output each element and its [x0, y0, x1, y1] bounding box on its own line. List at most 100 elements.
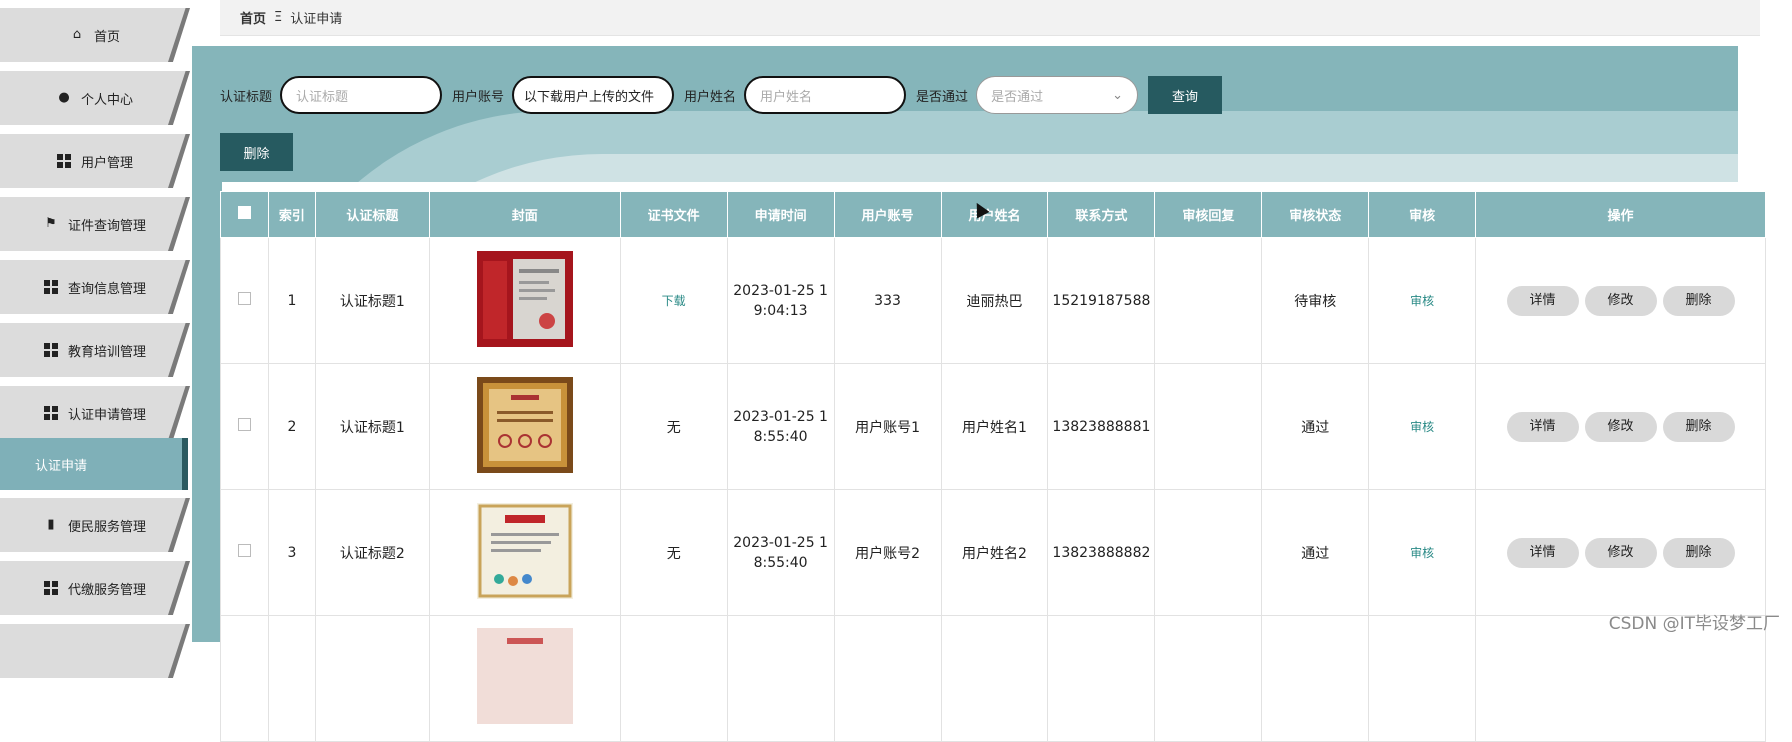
pass-label: 是否通过	[916, 86, 968, 105]
sidebar-subitem-certification-apply[interactable]: 认证申请	[0, 438, 188, 490]
pass-select-value: 是否通过	[991, 86, 1043, 105]
cell-audit: 审核	[1369, 238, 1476, 364]
time-line: 2023-01-25 1	[728, 535, 834, 551]
home-icon: ⌂	[70, 28, 84, 42]
account-label: 用户账号	[452, 86, 504, 105]
sidebar-item-query-info[interactable]: 查询信息管理	[0, 260, 190, 314]
title-label: 认证标题	[220, 86, 272, 105]
row-checkbox[interactable]	[238, 418, 251, 431]
cell-file	[620, 616, 727, 742]
title-input[interactable]: 认证标题	[280, 76, 442, 114]
cell-phone: 15219187588	[1048, 238, 1155, 364]
account-input[interactable]: 以下载用户上传的文件	[512, 76, 674, 114]
sidebar-item-certificate-query[interactable]: ⚑ 证件查询管理	[0, 197, 190, 251]
edit-button[interactable]: 修改	[1585, 286, 1657, 316]
cover-image[interactable]	[477, 628, 573, 724]
sidebar-item-convenience-service[interactable]: ▮ 便民服务管理	[0, 498, 190, 552]
cell-index: 3	[268, 490, 315, 616]
sidebar-item-label: 首页	[94, 26, 120, 45]
search-panel-background	[192, 46, 1738, 182]
cell-audit: 审核	[1369, 364, 1476, 490]
header-phone: 联系方式	[1048, 192, 1155, 238]
audit-link[interactable]: 审核	[1410, 546, 1434, 560]
cover-image[interactable]	[477, 503, 573, 599]
header-file: 证书文件	[620, 192, 727, 238]
cell-index: 2	[268, 364, 315, 490]
header-cover: 封面	[429, 192, 620, 238]
pass-select[interactable]: 是否通过⌄	[976, 76, 1138, 114]
cell-cover	[429, 616, 620, 742]
menu-edge	[168, 624, 190, 678]
detail-button[interactable]: 详情	[1507, 412, 1579, 442]
download-link[interactable]: 下载	[662, 294, 686, 308]
audit-link[interactable]: 审核	[1410, 294, 1434, 308]
menu-edge	[168, 498, 190, 552]
grid-icon	[44, 280, 58, 294]
cover-image[interactable]	[477, 377, 573, 473]
sidebar-item-education-training[interactable]: 教育培训管理	[0, 323, 190, 377]
sidebar-item-label: 证件查询管理	[68, 215, 146, 234]
cell-status: 通过	[1262, 364, 1369, 490]
delete-selected-button[interactable]: 删除	[220, 133, 293, 171]
menu-edge	[168, 197, 190, 251]
sidebar-item-more[interactable]	[0, 624, 190, 678]
sidebar-item-certification-apply[interactable]: 认证申请管理	[0, 386, 190, 440]
cell-status	[1262, 616, 1369, 742]
header-account: 用户账号	[834, 192, 941, 238]
name-label: 用户姓名	[684, 86, 736, 105]
flag-icon: ⚑	[44, 217, 58, 231]
cover-image[interactable]	[477, 251, 573, 347]
sidebar-item-payment-service[interactable]: 代缴服务管理	[0, 561, 190, 615]
row-select-cell	[221, 238, 269, 364]
cell-file: 下载	[620, 238, 727, 364]
row-checkbox[interactable]	[238, 292, 251, 305]
audit-link[interactable]: 审核	[1410, 420, 1434, 434]
sidebar-item-personal-center[interactable]: ●个人中心	[0, 71, 190, 125]
edit-button[interactable]: 修改	[1585, 538, 1657, 568]
cell-cover	[429, 490, 620, 616]
detail-button[interactable]: 详情	[1507, 538, 1579, 568]
cell-name: 用户姓名2	[941, 490, 1048, 616]
cell-actions: 详情修改删除	[1476, 238, 1766, 364]
detail-button[interactable]: 详情	[1507, 286, 1579, 316]
cell-phone: 13823888881	[1048, 364, 1155, 490]
select-all-checkbox[interactable]	[238, 206, 251, 219]
menu-edge	[168, 323, 190, 377]
time-line: 2023-01-25 1	[728, 283, 834, 299]
delete-button[interactable]: 删除	[1663, 538, 1735, 568]
sidebar-item-user-management[interactable]: 用户管理	[0, 134, 190, 188]
header-title: 认证标题	[315, 192, 429, 238]
cell-time: 2023-01-25 19:04:13	[727, 238, 834, 364]
edit-button[interactable]: 修改	[1585, 412, 1657, 442]
time-line: 8:55:40	[728, 429, 834, 445]
delete-button[interactable]: 删除	[1663, 412, 1735, 442]
menu-edge	[168, 561, 190, 615]
name-input[interactable]: 用户姓名	[744, 76, 906, 114]
cell-account: 用户账号1	[834, 364, 941, 490]
sidebar-item-home[interactable]: ⌂ 首页	[0, 8, 190, 62]
cell-title: 认证标题1	[315, 238, 429, 364]
watermark: CSDN @IT毕设梦工厂	[1609, 609, 1780, 634]
delete-button[interactable]: 删除	[1663, 286, 1735, 316]
row-select-cell	[221, 490, 269, 616]
cell-account	[834, 616, 941, 742]
header-audit: 审核	[1369, 192, 1476, 238]
sidebar-item-label: 便民服务管理	[68, 516, 146, 535]
menu-edge	[168, 71, 190, 125]
bar-chart-icon: ▮	[44, 518, 58, 532]
cell-actions	[1476, 616, 1766, 742]
query-button[interactable]: 查询	[1148, 76, 1222, 114]
cell-phone	[1048, 616, 1155, 742]
cell-index	[268, 616, 315, 742]
row-checkbox[interactable]	[238, 544, 251, 557]
sidebar-item-label: 用户管理	[81, 152, 133, 171]
grid-icon	[44, 581, 58, 595]
breadcrumb-home[interactable]: 首页	[240, 8, 266, 27]
cell-time	[727, 616, 834, 742]
cell-index: 1	[268, 238, 315, 364]
select-all-cell	[221, 192, 269, 238]
sidebar: ⌂ 首页 ●个人中心 用户管理 ⚑ 证件查询管理 查询信息管理 教育培训管理 认证申…	[0, 0, 192, 642]
menu-edge	[168, 134, 190, 188]
cell-audit	[1369, 616, 1476, 742]
sidebar-item-label: 查询信息管理	[68, 278, 146, 297]
